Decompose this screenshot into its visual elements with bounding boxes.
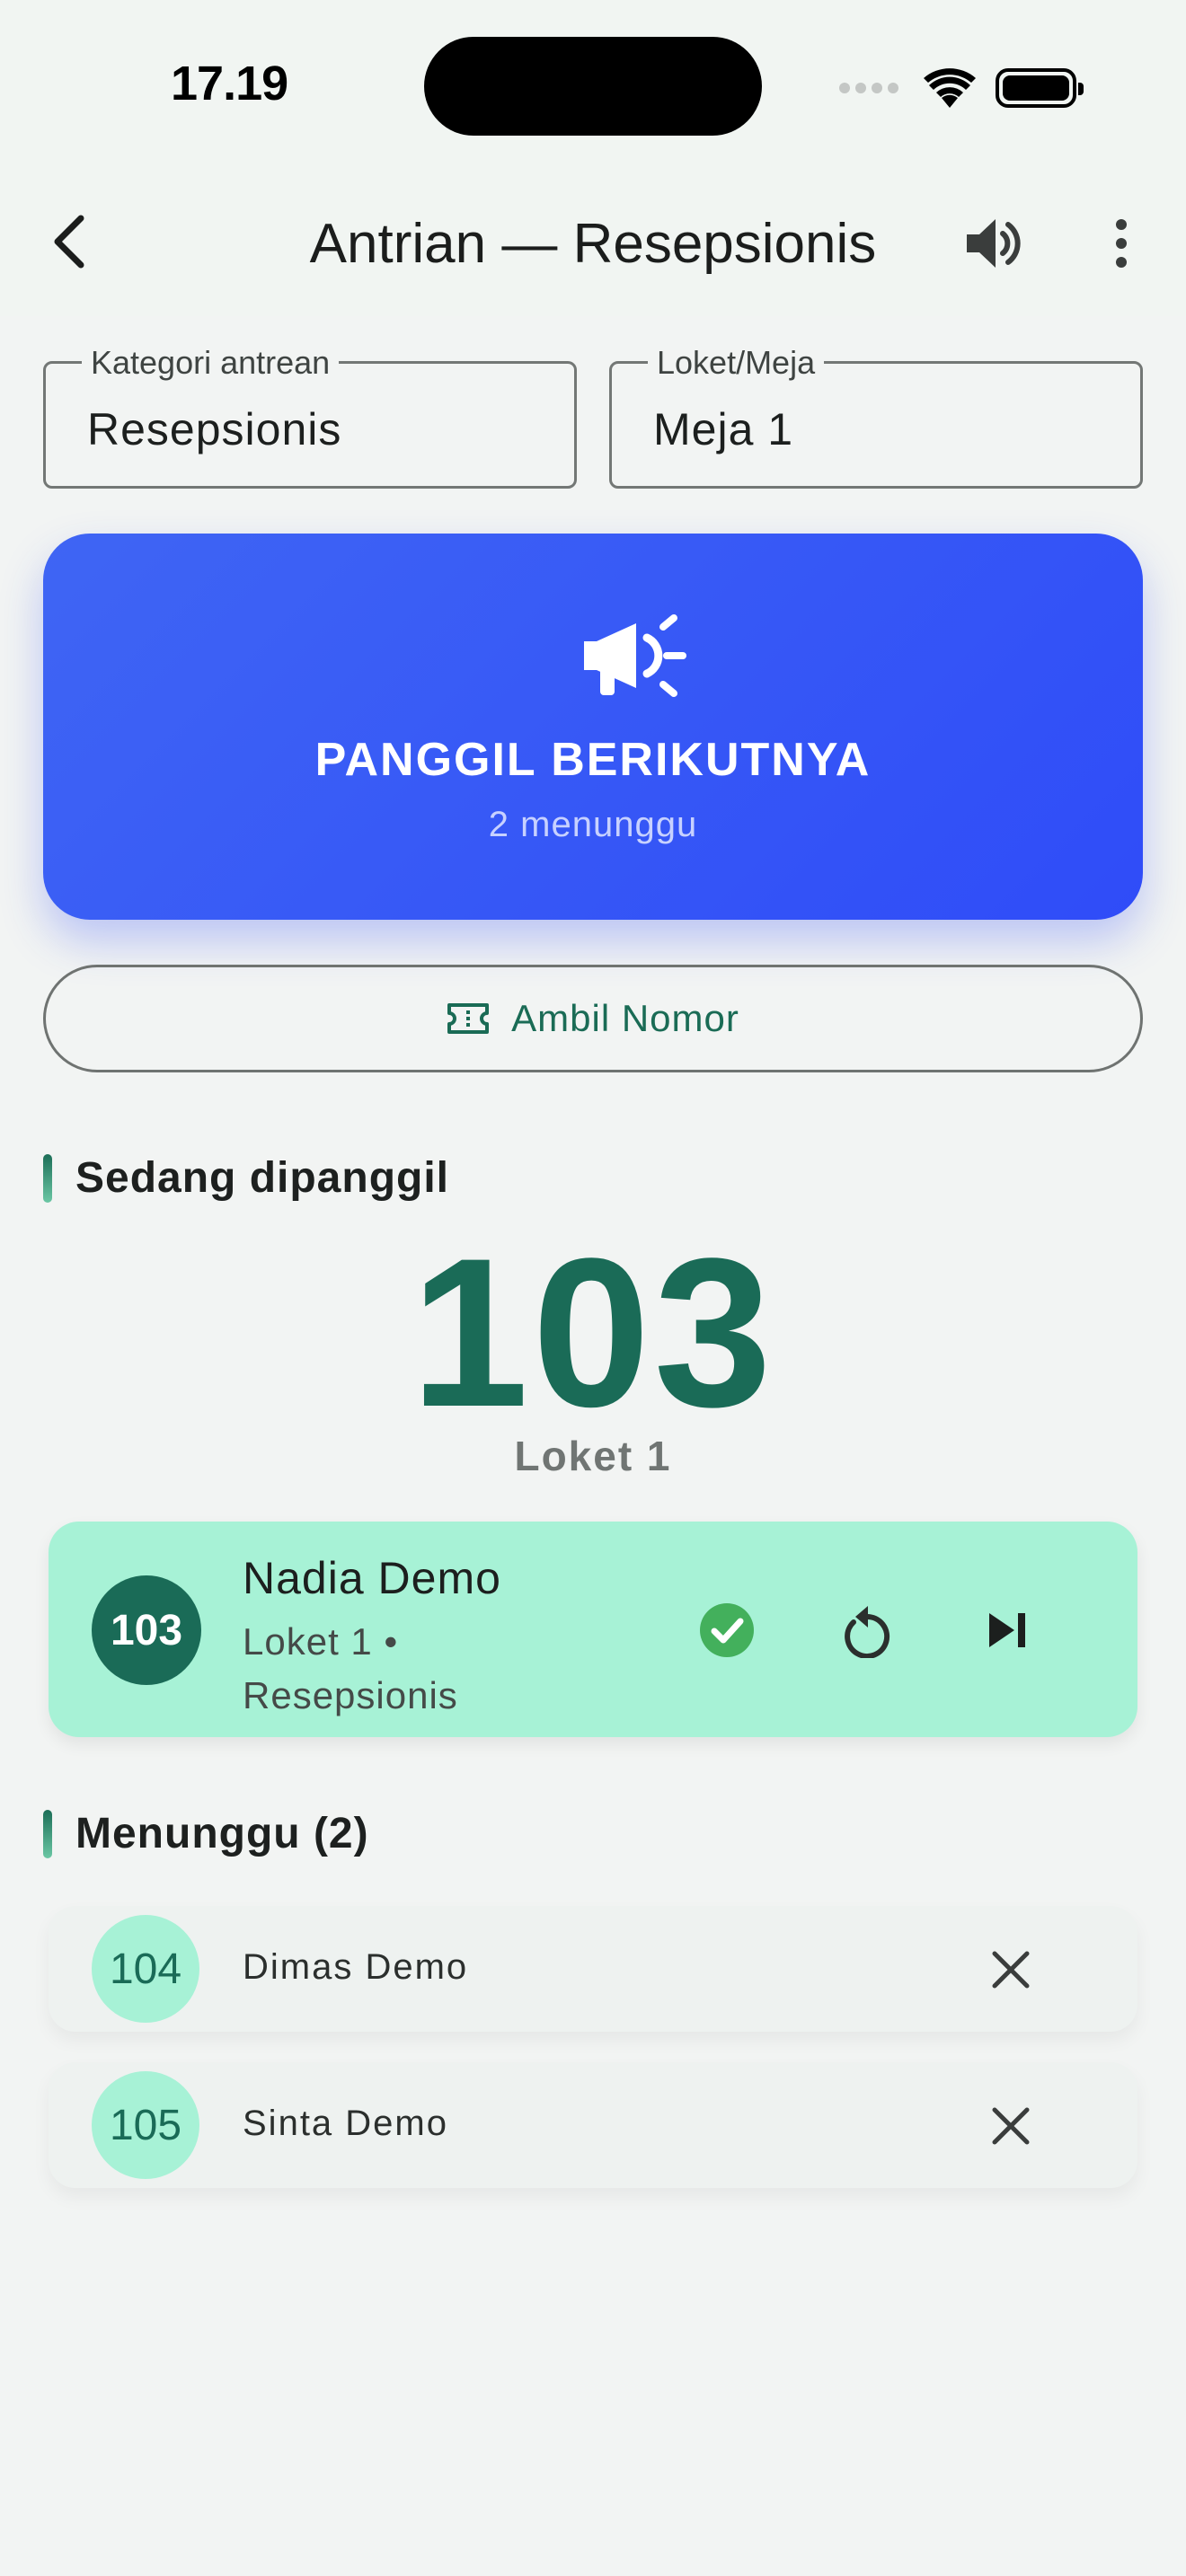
waiting-title: Menunggu (2) xyxy=(75,1810,369,1857)
cellular-signal-icon xyxy=(839,83,898,93)
take-number-label: Ambil Nomor xyxy=(511,997,739,1039)
category-dropdown[interactable]: Kategori antrean Resepsionis xyxy=(43,344,577,489)
status-time: 17.19 xyxy=(171,57,288,110)
remove-button[interactable] xyxy=(979,1938,1042,2001)
waiting-number-badge: 105 xyxy=(92,2071,199,2179)
close-icon xyxy=(992,2107,1030,2145)
waiting-number-badge: 104 xyxy=(92,1915,199,2023)
more-options-button[interactable] xyxy=(1111,212,1132,275)
close-icon xyxy=(992,1951,1030,1989)
take-number-button[interactable]: Ambil Nomor xyxy=(43,965,1143,1072)
section-accent xyxy=(43,1153,52,1203)
ticket-icon xyxy=(447,1003,490,1034)
call-next-button[interactable]: PANGGIL BERIKUTNYA 2 menunggu xyxy=(43,534,1143,920)
current-ticket-meta: Loket 1 • Resepsionis xyxy=(243,1620,458,1716)
counter-label: Loket/Meja xyxy=(648,344,825,382)
current-counter: Loket 1 xyxy=(514,1433,672,1479)
skip-next-icon xyxy=(989,1613,1025,1647)
battery-icon xyxy=(996,68,1084,108)
campaign-megaphone-icon xyxy=(584,614,686,697)
section-accent xyxy=(43,1809,52,1858)
category-value: Resepsionis xyxy=(87,404,342,454)
skip-button[interactable] xyxy=(976,1599,1039,1662)
status-icons xyxy=(839,63,1084,113)
current-ticket-card: 103 Nadia Demo Loket 1 • Resepsionis xyxy=(49,1522,1137,1737)
recall-button[interactable] xyxy=(836,1599,898,1662)
waiting-heading: Menunggu (2) xyxy=(43,1809,369,1858)
volume-icon xyxy=(967,219,1021,268)
current-number: 103 xyxy=(411,1214,775,1451)
counter-value: Meja 1 xyxy=(653,404,794,454)
now-serving-title: Sedang dipanggil xyxy=(75,1154,450,1202)
waiting-name: Sinta Demo xyxy=(243,2104,448,2143)
now-serving-heading: Sedang dipanggil xyxy=(43,1153,449,1203)
category-label: Kategori antrean xyxy=(82,344,340,382)
more-vert-icon xyxy=(1116,219,1127,268)
complete-button[interactable] xyxy=(695,1599,758,1662)
current-ticket-name: Nadia Demo xyxy=(243,1553,501,1603)
call-next-label: PANGGIL BERIKUTNYA xyxy=(314,734,872,786)
waiting-name: Dimas Demo xyxy=(243,1947,469,1987)
counter-dropdown[interactable]: Loket/Meja Meja 1 xyxy=(609,344,1143,489)
check-circle-icon xyxy=(700,1603,754,1657)
remove-button[interactable] xyxy=(979,2095,1042,2157)
waiting-list-item: 105 Sinta Demo xyxy=(49,2062,1137,2188)
wifi-icon xyxy=(924,68,976,108)
sound-button[interactable] xyxy=(963,212,1021,275)
waiting-count: 2 menunggu xyxy=(488,805,698,844)
dynamic-island xyxy=(424,37,762,136)
current-ticket-badge: 103 xyxy=(92,1575,201,1685)
replay-icon xyxy=(845,1606,890,1658)
waiting-list-item: 104 Dimas Demo xyxy=(49,1906,1137,2032)
